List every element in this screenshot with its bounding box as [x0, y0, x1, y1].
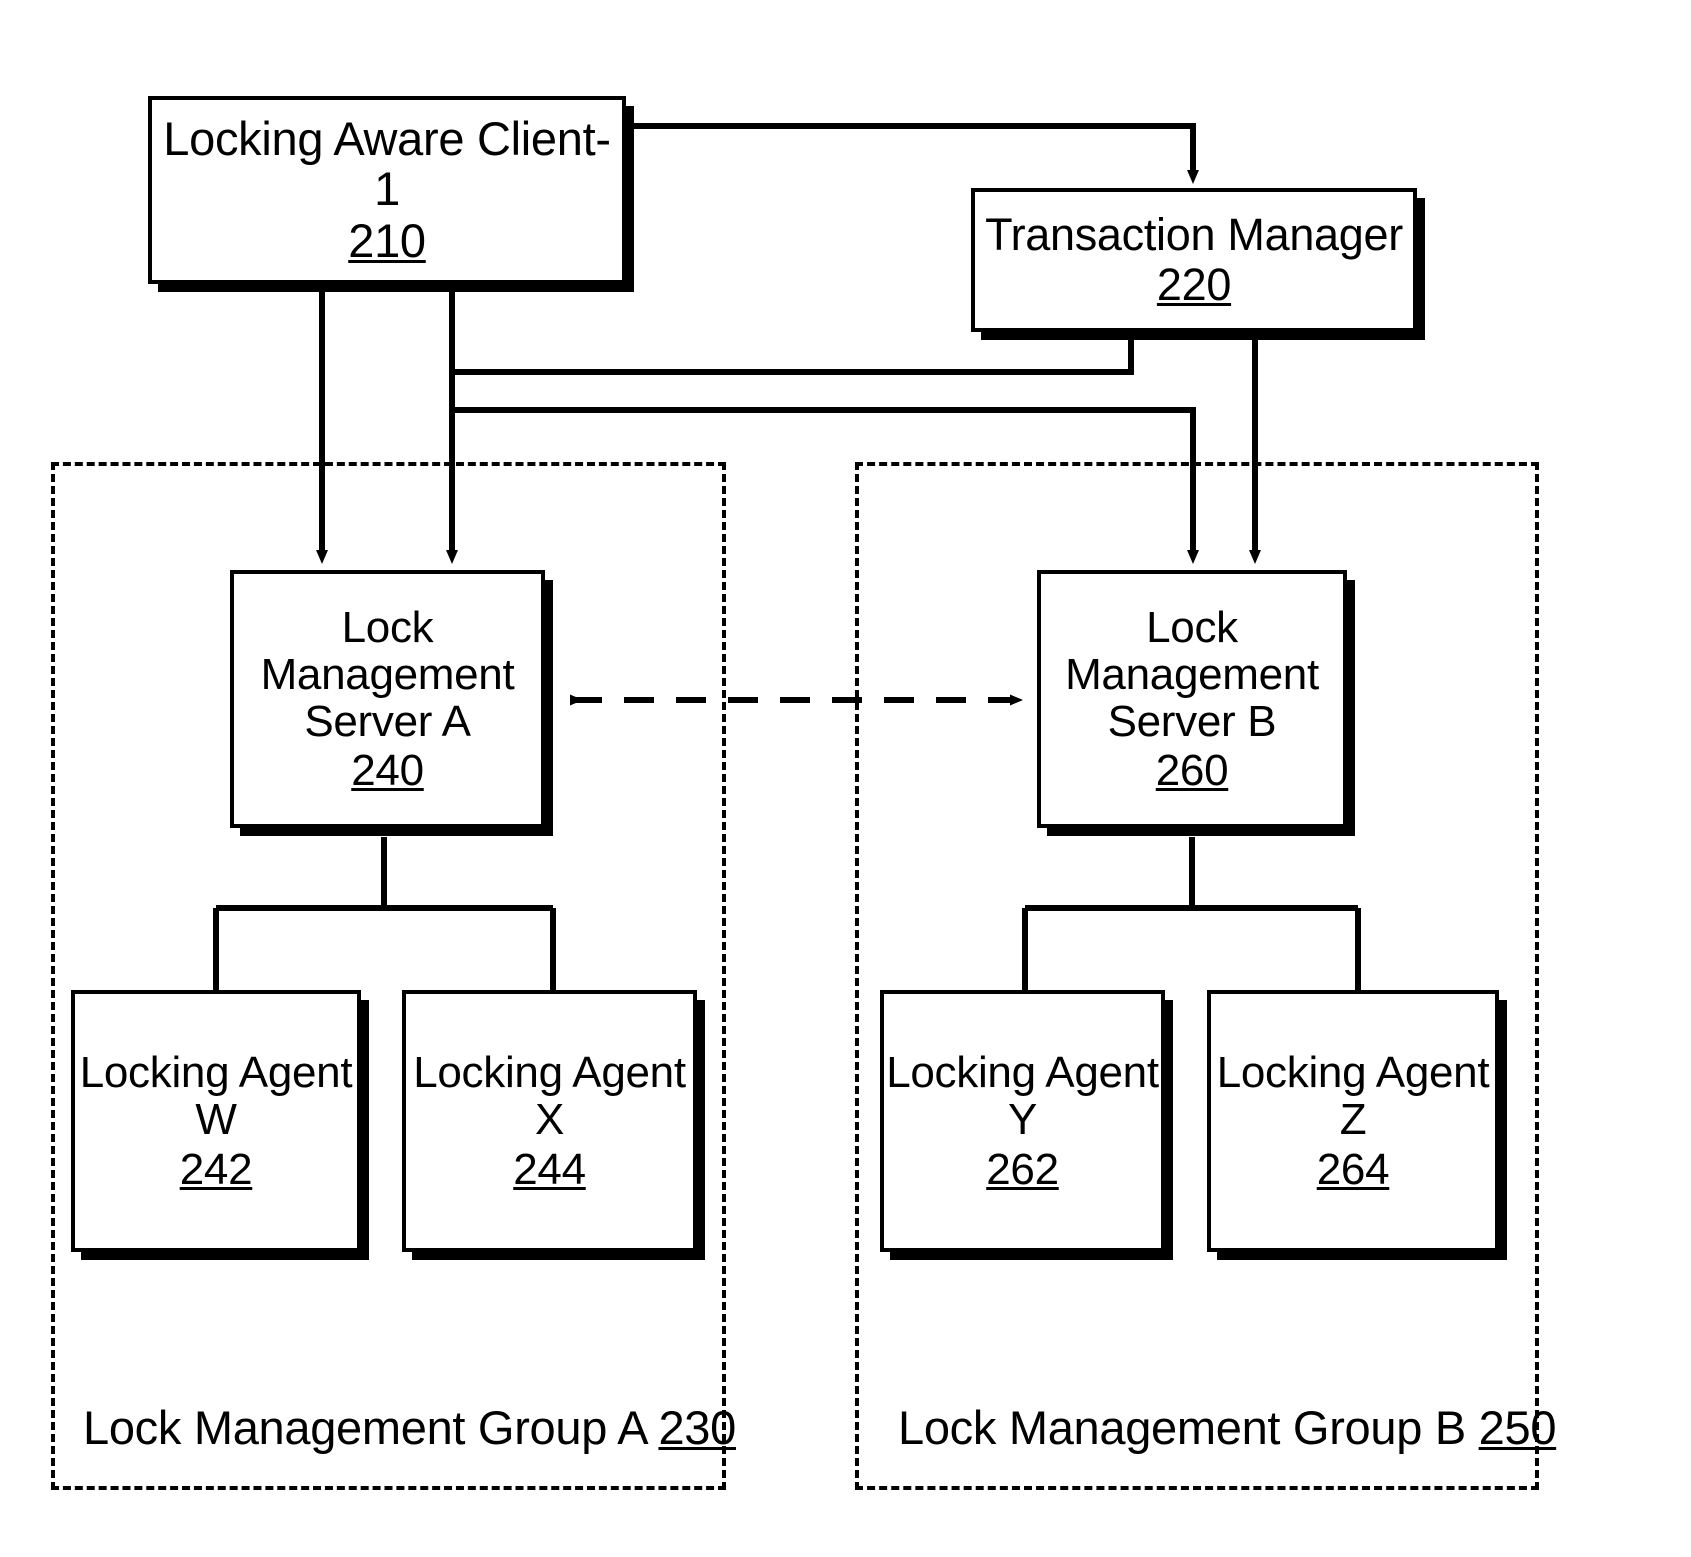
- server-b-title: Lock Management Server B: [1065, 602, 1319, 746]
- node-locking-agent-w[interactable]: Locking Agent W 242: [71, 990, 361, 1252]
- server-b-reference-numeral: 260: [1155, 746, 1229, 796]
- node-locking-agent-y[interactable]: Locking Agent Y 262: [880, 990, 1165, 1252]
- node-lock-management-server-b[interactable]: Lock Management Server B 260: [1037, 570, 1347, 828]
- agent-x-title: Locking Agent X: [413, 1048, 686, 1145]
- transaction-manager-reference-numeral: 220: [1156, 259, 1232, 310]
- group-a-reference-numeral: 230: [658, 1401, 736, 1454]
- group-label-lock-management-group-a: Lock Management Group A 230: [83, 1400, 736, 1455]
- server-a-reference-numeral: 240: [351, 746, 424, 796]
- agent-y-title: Locking Agent Y: [886, 1048, 1159, 1145]
- node-locking-agent-z[interactable]: Locking Agent Z 264: [1207, 990, 1499, 1252]
- client1-reference-numeral: 210: [348, 214, 426, 268]
- group-b-label-text: Lock Management Group B: [898, 1401, 1466, 1454]
- transaction-manager-title: Transaction Manager: [985, 208, 1403, 260]
- client1-title: Locking Aware Client-1: [163, 111, 611, 215]
- group-label-lock-management-group-b: Lock Management Group B 250: [898, 1400, 1556, 1455]
- node-lock-management-server-a[interactable]: Lock Management Server A 240: [230, 570, 545, 828]
- agent-w-title: Locking Agent W: [79, 1048, 353, 1145]
- agent-y-reference-numeral: 262: [986, 1144, 1059, 1194]
- agent-w-reference-numeral: 242: [179, 1144, 253, 1194]
- node-locking-aware-client-1[interactable]: Locking Aware Client-1 210: [148, 96, 626, 284]
- wire-client1-to-transaction-manager: [626, 123, 1199, 184]
- node-locking-agent-x[interactable]: Locking Agent X 244: [402, 990, 697, 1252]
- server-a-title: Lock Management Server A: [260, 602, 515, 746]
- group-a-label-text: Lock Management Group A: [83, 1401, 646, 1454]
- agent-z-reference-numeral: 264: [1316, 1144, 1390, 1194]
- agent-z-title: Locking Agent Z: [1216, 1048, 1490, 1145]
- figure-canvas: Lock Management Group A 230 Lock Managem…: [0, 0, 1691, 1557]
- group-b-reference-numeral: 250: [1478, 1401, 1557, 1454]
- agent-x-reference-numeral: 244: [513, 1144, 586, 1194]
- node-transaction-manager[interactable]: Transaction Manager 220: [971, 188, 1417, 332]
